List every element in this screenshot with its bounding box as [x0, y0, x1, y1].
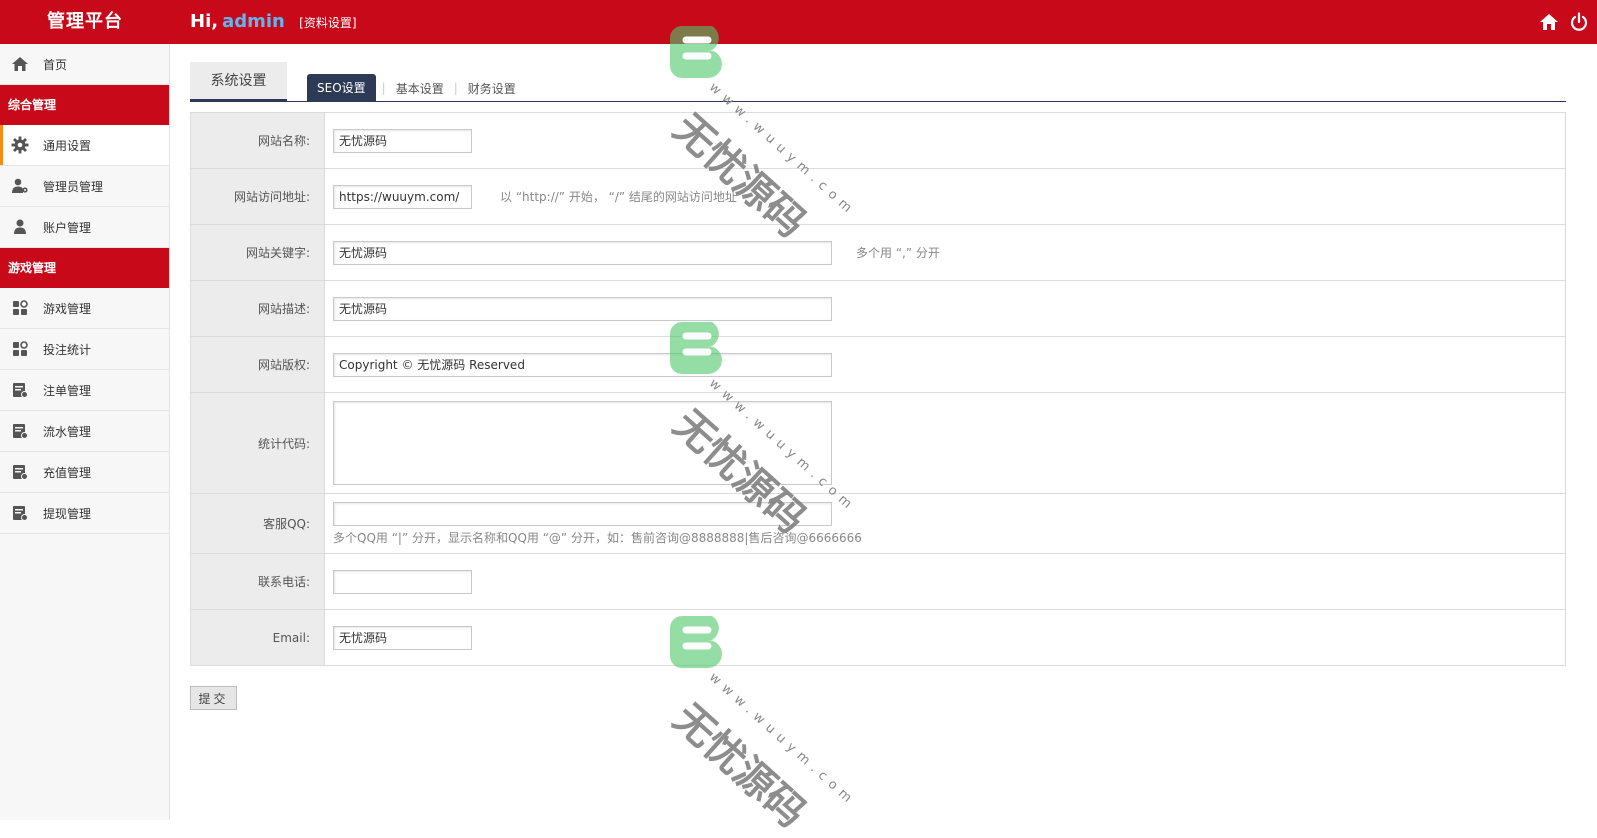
phone-label: 联系电话:	[191, 554, 325, 609]
ledger-icon	[11, 381, 29, 399]
ledger-icon	[11, 463, 29, 481]
settings-tabs: SEO设置 | 基本设置 | 财务设置	[307, 74, 520, 102]
sidebar-item-flow-management[interactable]: 流水管理	[0, 411, 169, 452]
service-qq-input[interactable]	[333, 501, 832, 526]
field-cell	[325, 281, 1565, 336]
sidebar-item-label: 提现管理	[43, 506, 92, 521]
sidebar: 首页 综合管理 通用设置 管理员管理 账户管理 游戏管理 游戏管理 投注统计 注…	[0, 44, 170, 820]
sidebar-item-label: 流水管理	[43, 424, 92, 439]
sidebar-item-order-management[interactable]: 注单管理	[0, 370, 169, 411]
field-cell	[325, 393, 1565, 493]
profile-settings-link[interactable]: [资料设置]	[299, 16, 356, 30]
service-qq-hint: 多个QQ用 “|” 分开，显示名称和QQ用 “@” 分开，如：售前咨询@8888…	[333, 530, 862, 545]
sidebar-group-general[interactable]: 综合管理	[0, 85, 169, 125]
form-row-email: Email:	[191, 610, 1565, 666]
sidebar-item-label: 注单管理	[43, 383, 92, 398]
home-icon	[11, 55, 29, 73]
sidebar-item-label: 游戏管理	[43, 301, 92, 316]
form-row-site-url: 网站访问地址: 以 “http://” 开始， “/” 结尾的网站访问地址	[191, 169, 1565, 225]
site-url-input[interactable]	[333, 184, 472, 209]
keywords-hint: 多个用 “,” 分开	[856, 246, 940, 260]
power-icon[interactable]	[1569, 12, 1589, 32]
form-row-stats-code: 统计代码:	[191, 393, 1565, 494]
site-name-input[interactable]	[333, 128, 472, 153]
sidebar-item-admin-management[interactable]: 管理员管理	[0, 166, 169, 207]
tab-finance-settings[interactable]: 财务设置	[464, 80, 520, 97]
greeting: Hi, admin [资料设置]	[190, 0, 357, 44]
keywords-input[interactable]	[333, 240, 832, 265]
sidebar-item-label: 通用设置	[43, 138, 92, 153]
section-title: 系统设置	[190, 62, 287, 102]
apps-icon	[11, 299, 29, 317]
tab-seo-settings[interactable]: SEO设置	[307, 74, 376, 102]
form-row-copyright: 网站版权:	[191, 337, 1565, 393]
sidebar-item-label: 充值管理	[43, 465, 92, 480]
sidebar-item-withdraw-management[interactable]: 提现管理	[0, 493, 169, 534]
home-icon[interactable]	[1539, 12, 1559, 32]
watermark-text: 无忧源码	[664, 695, 815, 837]
form-row-phone: 联系电话:	[191, 554, 1565, 610]
sidebar-item-label: 管理员管理	[43, 179, 104, 194]
sidebar-item-recharge-management[interactable]: 充值管理	[0, 452, 169, 493]
form-row-site-name: 网站名称:	[191, 113, 1565, 169]
service-qq-label: 客服QQ:	[191, 494, 325, 553]
tab-separator: |	[381, 81, 386, 95]
seo-settings-form: 网站名称: 网站访问地址: 以 “http://” 开始， “/” 结尾的网站访…	[190, 112, 1566, 666]
sidebar-item-label: 投注统计	[43, 342, 92, 357]
description-input[interactable]	[333, 296, 832, 321]
copyright-label: 网站版权:	[191, 337, 325, 392]
email-label: Email:	[191, 610, 325, 665]
form-row-service-qq: 客服QQ: 多个QQ用 “|” 分开，显示名称和QQ用 “@” 分开，如：售前咨…	[191, 494, 1565, 554]
settings-tabbar: 系统设置 SEO设置 | 基本设置 | 财务设置	[190, 44, 1566, 102]
stats-code-label: 统计代码:	[191, 393, 325, 493]
site-url-label: 网站访问地址:	[191, 169, 325, 224]
field-cell: 多个QQ用 “|” 分开，显示名称和QQ用 “@” 分开，如：售前咨询@8888…	[325, 494, 1565, 553]
field-cell: 以 “http://” 开始， “/” 结尾的网站访问地址	[325, 169, 1565, 224]
tab-separator: |	[453, 81, 458, 95]
sidebar-item-account-management[interactable]: 账户管理	[0, 207, 169, 248]
stats-code-textarea[interactable]	[333, 401, 832, 485]
apps-icon	[11, 340, 29, 358]
gear-icon	[11, 136, 29, 154]
sidebar-item-bet-stats[interactable]: 投注统计	[0, 329, 169, 370]
field-cell	[325, 610, 1565, 665]
site-url-hint: 以 “http://” 开始， “/” 结尾的网站访问地址	[500, 190, 737, 204]
sidebar-item-game-management[interactable]: 游戏管理	[0, 288, 169, 329]
field-cell: 多个用 “,” 分开	[325, 225, 1565, 280]
sidebar-item-home[interactable]: 首页	[0, 44, 169, 85]
keywords-label: 网站关键字:	[191, 225, 325, 280]
form-row-description: 网站描述:	[191, 281, 1565, 337]
form-row-keywords: 网站关键字: 多个用 “,” 分开	[191, 225, 1565, 281]
sidebar-item-label: 首页	[43, 57, 68, 72]
field-cell	[325, 554, 1565, 609]
main-content: 系统设置 SEO设置 | 基本设置 | 财务设置 网站名称: 网站访问地址: 以…	[190, 44, 1566, 710]
field-cell	[325, 337, 1565, 392]
description-label: 网站描述:	[191, 281, 325, 336]
greeting-text: Hi,	[190, 11, 219, 32]
admin-user-icon	[11, 177, 29, 195]
brand-title: 管理平台	[47, 11, 123, 32]
sidebar-group-game[interactable]: 游戏管理	[0, 248, 169, 288]
header-icons	[1539, 12, 1589, 32]
ledger-icon	[11, 422, 29, 440]
field-cell	[325, 113, 1565, 168]
phone-input[interactable]	[333, 569, 472, 594]
ledger-icon	[11, 504, 29, 522]
tab-basic-settings[interactable]: 基本设置	[392, 80, 448, 97]
email-input[interactable]	[333, 625, 472, 650]
site-name-label: 网站名称:	[191, 113, 325, 168]
top-header: 管理平台 Hi, admin [资料设置]	[0, 0, 1597, 44]
sidebar-item-label: 账户管理	[43, 220, 92, 235]
submit-button[interactable]: 提交	[190, 686, 237, 710]
username: admin	[222, 11, 285, 32]
copyright-input[interactable]	[333, 352, 832, 377]
user-icon	[11, 218, 29, 236]
sidebar-item-general-settings[interactable]: 通用设置	[0, 125, 169, 166]
